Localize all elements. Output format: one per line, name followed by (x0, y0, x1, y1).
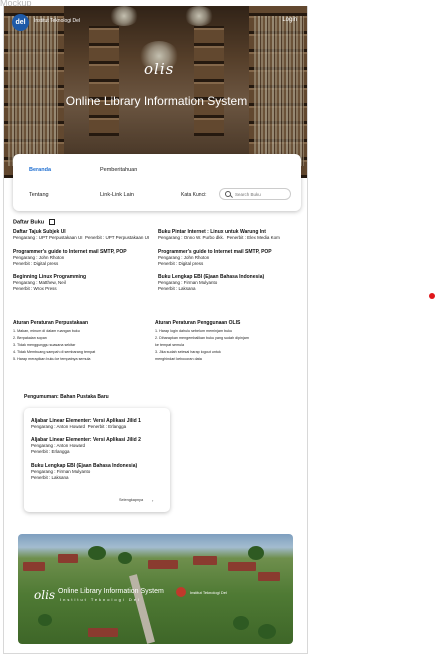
book-publisher: Penerbit : Digital press (158, 260, 204, 266)
del-logo[interactable]: del (12, 14, 29, 31)
marker-dot (429, 293, 435, 299)
campus-roof (23, 562, 45, 571)
campus-roof (258, 572, 280, 581)
olis-rule: ke tempat semula (155, 343, 185, 347)
campus-roof (193, 556, 217, 565)
nav-card: Beranda Pemberitahuan Tentang Link-Link … (13, 154, 301, 211)
olis-rules-title: Aturan Peraturan Penggunaan OLIS (155, 320, 241, 326)
olis-logo: olis (144, 60, 175, 78)
campus-roof (88, 628, 118, 637)
banner-subtitle: Institut Teknologi Del (60, 597, 141, 602)
del-logo-icon (176, 587, 186, 597)
olis-rule: menghindari kebocoran data (155, 357, 202, 361)
book-item[interactable]: Beginning Linux Programming Pengarang : … (13, 274, 163, 291)
nav-pemberitahuan[interactable]: Pemberitahuan (100, 167, 137, 173)
olis-rule: 3. Jika sudah selesai harap logout untuk (155, 350, 221, 354)
book-meta: Pengarang : UPT Perpustakaan UI Penerbit… (13, 235, 163, 241)
search-icon (225, 191, 231, 197)
book-meta: Pengarang : Anton Howard Penerbit : Erla… (31, 424, 181, 430)
book-list-title-text: Daftar Buku (13, 219, 45, 226)
tree (258, 624, 276, 639)
announcement-card: Aljabar Linear Elementer: Versi Aplikasi… (24, 408, 170, 512)
book-icon (48, 219, 55, 225)
banner-olis-logo: olis (34, 588, 56, 602)
tree (233, 616, 249, 630)
book-list-title: Daftar Buku (13, 219, 55, 225)
page-title: Online Library Information System (65, 94, 248, 108)
library-rule: 5. Harap merapikan buku ke tempatnya sem… (13, 357, 91, 361)
library-rule: 1. Makan, minum di dalam ruangan buku (13, 329, 80, 333)
nav-link-lain[interactable]: Link-Link Lain (100, 192, 134, 198)
book-item[interactable]: Buku Lengkap EBI (Ejaan Bahasa Indonesia… (158, 274, 307, 291)
book-item[interactable]: Programmer's guide to Internet mail SMTP… (13, 249, 163, 266)
library-rule: 2. Berpakaian sopan (13, 336, 47, 340)
book-item[interactable]: Buku Pintar Internet : Linux untuk Warun… (158, 229, 307, 241)
banner-institution: Institut Teknologi Del (190, 590, 227, 595)
library-rule: 4. Tidak Membuang sampah di sembarang te… (13, 350, 96, 354)
library-rule: 3. Tidak menggunggu suasana sekitar (13, 343, 76, 347)
nav-tentang[interactable]: Tentang (29, 192, 49, 198)
login-link[interactable]: Login (282, 17, 297, 23)
book-publisher: Penerbit : Erlangga (31, 448, 70, 454)
institution-name: Institut Teknologi Del (34, 18, 81, 24)
hero-banner: del Institut Teknologi Del Login olis On… (4, 6, 307, 178)
new-book-item[interactable]: Aljabar Linear Elementer: Versi Aplikasi… (31, 418, 181, 430)
campus-banner: olis Online Library Information System I… (18, 534, 293, 644)
book-author: Pengarang : Onno W. Purbo dkk. (158, 235, 225, 240)
campus-roof (228, 562, 256, 571)
nav-beranda[interactable]: Beranda (29, 167, 51, 173)
announcement-title: Pengumuman: Bahan Pustaka Baru (24, 394, 109, 400)
book-publisher: Penerbit : UPT Perpustakaan UI (84, 235, 150, 240)
book-author: Pengarang : Anton Howard (31, 424, 86, 429)
book-author: Pengarang : UPT Perpustakaan UI (13, 235, 83, 240)
search-box[interactable] (219, 188, 291, 200)
tree (38, 614, 52, 626)
tree (88, 546, 106, 560)
see-more-link[interactable]: Selengkapnya (119, 498, 143, 502)
banner-title: Online Library Information System (58, 588, 164, 595)
book-publisher: Penerbit : Laksana (31, 474, 69, 480)
olis-rule: 1. Harap login dahulu sebelum meminjam b… (155, 329, 233, 333)
olis-rule: 2. Diharapkan mengembalikan buku yang su… (155, 336, 249, 340)
book-meta: Pengarang : Onno W. Purbo dkk. Penerbit … (158, 235, 307, 241)
chevron-right-icon[interactable]: › (152, 498, 153, 503)
book-item[interactable]: Programmer's guide to Internet mail SMTP… (158, 249, 307, 266)
book-publisher: Penerbit : Erlangga (87, 424, 127, 429)
campus-road (129, 574, 155, 644)
new-book-item[interactable]: Buku Lengkap EBI (Ejaan Bahasa Indonesia… (31, 463, 181, 480)
hero-overlay (4, 6, 307, 178)
book-publisher: Penerbit : Elex Media Kom (226, 235, 280, 240)
book-publisher: Penerbit : Laksana (158, 285, 196, 291)
campus-roof (58, 554, 78, 563)
book-publisher: Penerbit : Digital press (13, 260, 59, 266)
new-book-item[interactable]: Aljabar Linear Elementer: Versi Aplikasi… (31, 437, 181, 454)
olis-page: del Institut Teknologi Del Login olis On… (3, 6, 308, 654)
library-rules-title: Aturan Peraturan Perpustakaan (13, 320, 89, 326)
search-input[interactable] (235, 190, 289, 199)
tree (118, 552, 132, 564)
tree (248, 546, 264, 560)
book-publisher: Penerbit : Wrox Press (13, 285, 57, 291)
screen: Mockup del Institut Teknologi Del Login … (0, 0, 437, 655)
book-item[interactable]: Daftar Tajuk Subjek UI Pengarang : UPT P… (13, 229, 163, 241)
campus-roof (148, 560, 178, 569)
keyword-label: Kata Kunci: (181, 192, 207, 198)
